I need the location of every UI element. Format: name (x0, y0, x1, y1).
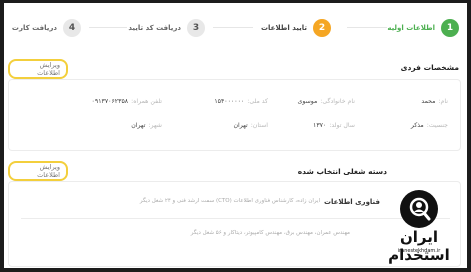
field-label: تلفن همراه: (131, 98, 162, 105)
watermark-text: ایران استخدام (388, 228, 450, 264)
jobs-section-title: دسته شغلی انتخاب شده (297, 167, 387, 176)
step-basic-info[interactable]: 1 اطلاعات اولیه (387, 17, 459, 39)
field-label: شهر: (148, 122, 162, 129)
step-number: 2 (313, 19, 331, 37)
field-value: تهران (131, 122, 146, 129)
field-value: تهران (233, 122, 248, 129)
step-number: 4 (63, 19, 81, 37)
field-value: مذکر (410, 122, 424, 129)
field-city: شهر:تهران (131, 122, 162, 129)
field-value: ۱۳۷۰ (313, 122, 327, 129)
field-gender: جنسیت:مذکر (411, 122, 448, 129)
step-label: دریافت کارت (11, 24, 57, 32)
step-label: دریافت کد تایید (128, 24, 181, 32)
step-number: 1 (441, 19, 459, 37)
field-label: جنسیت: (426, 122, 448, 129)
field-value: ۱۵۴۰۰۰۰۰۰ (214, 98, 245, 105)
edit-jobs-button[interactable]: ویرایش اطلاعات (8, 161, 68, 181)
step-confirm-info[interactable]: 2 تایید اطلاعات (261, 17, 331, 39)
field-label: سال تولد: (329, 122, 355, 129)
field-mobile: تلفن همراه:۰۹۱۳۷۰۶۲۳۵۸ (92, 98, 162, 105)
stepper-connector (89, 27, 127, 28)
step-receive-card[interactable]: 4 دریافت کارت (12, 17, 81, 39)
field-value: محمد (421, 98, 436, 105)
personal-info-card: نام:محمد نام خانوادگی:موسوی کد ملی:۱۵۴۰۰… (8, 79, 461, 151)
registration-stepper: 1 اطلاعات اولیه 2 تایید اطلاعات 3 دریافت… (4, 3, 467, 47)
job-category-title: فناوری اطلاعات (323, 198, 380, 206)
field-label: نام خانوادگی: (320, 98, 355, 105)
watermark-url: iranestekhdam.ir (397, 248, 441, 254)
step-number: 3 (187, 19, 205, 37)
stepper-connector (213, 27, 253, 28)
field-label: استان: (250, 122, 268, 129)
field-label: کد ملی: (247, 98, 268, 105)
stepper-connector (347, 27, 387, 28)
personal-section-title: مشخصات فردی (400, 63, 459, 72)
user-search-icon (400, 190, 438, 228)
field-value: ۰۹۱۳۷۰۶۲۳۵۸ (91, 98, 129, 105)
edit-personal-button[interactable]: ویرایش اطلاعات (8, 59, 68, 79)
job-category-detail: ایران زاده، کارشناس فناوری اطلاعات (CTO)… (139, 198, 320, 204)
field-label: نام: (438, 98, 448, 105)
field-birth-year: سال تولد:۱۳۷۰ (313, 122, 355, 129)
job-category-detail: مهندس عمران، مهندس برق، مهندس کامپیوتر، … (190, 230, 350, 236)
step-label: تایید اطلاعات (261, 24, 307, 32)
app-window: 1 اطلاعات اولیه 2 تایید اطلاعات 3 دریافت… (4, 3, 467, 268)
field-national-code: کد ملی:۱۵۴۰۰۰۰۰۰ (214, 98, 268, 105)
field-surname: نام خانوادگی:موسوی (298, 98, 355, 105)
field-value: موسوی (297, 98, 318, 105)
step-label: اطلاعات اولیه (387, 24, 435, 32)
watermark-logo: ایران استخدام iranestekhdam.ir (377, 190, 461, 264)
field-name: نام:محمد (421, 98, 448, 105)
field-province: استان:تهران (233, 122, 268, 129)
step-verification-code[interactable]: 3 دریافت کد تایید (128, 17, 205, 39)
